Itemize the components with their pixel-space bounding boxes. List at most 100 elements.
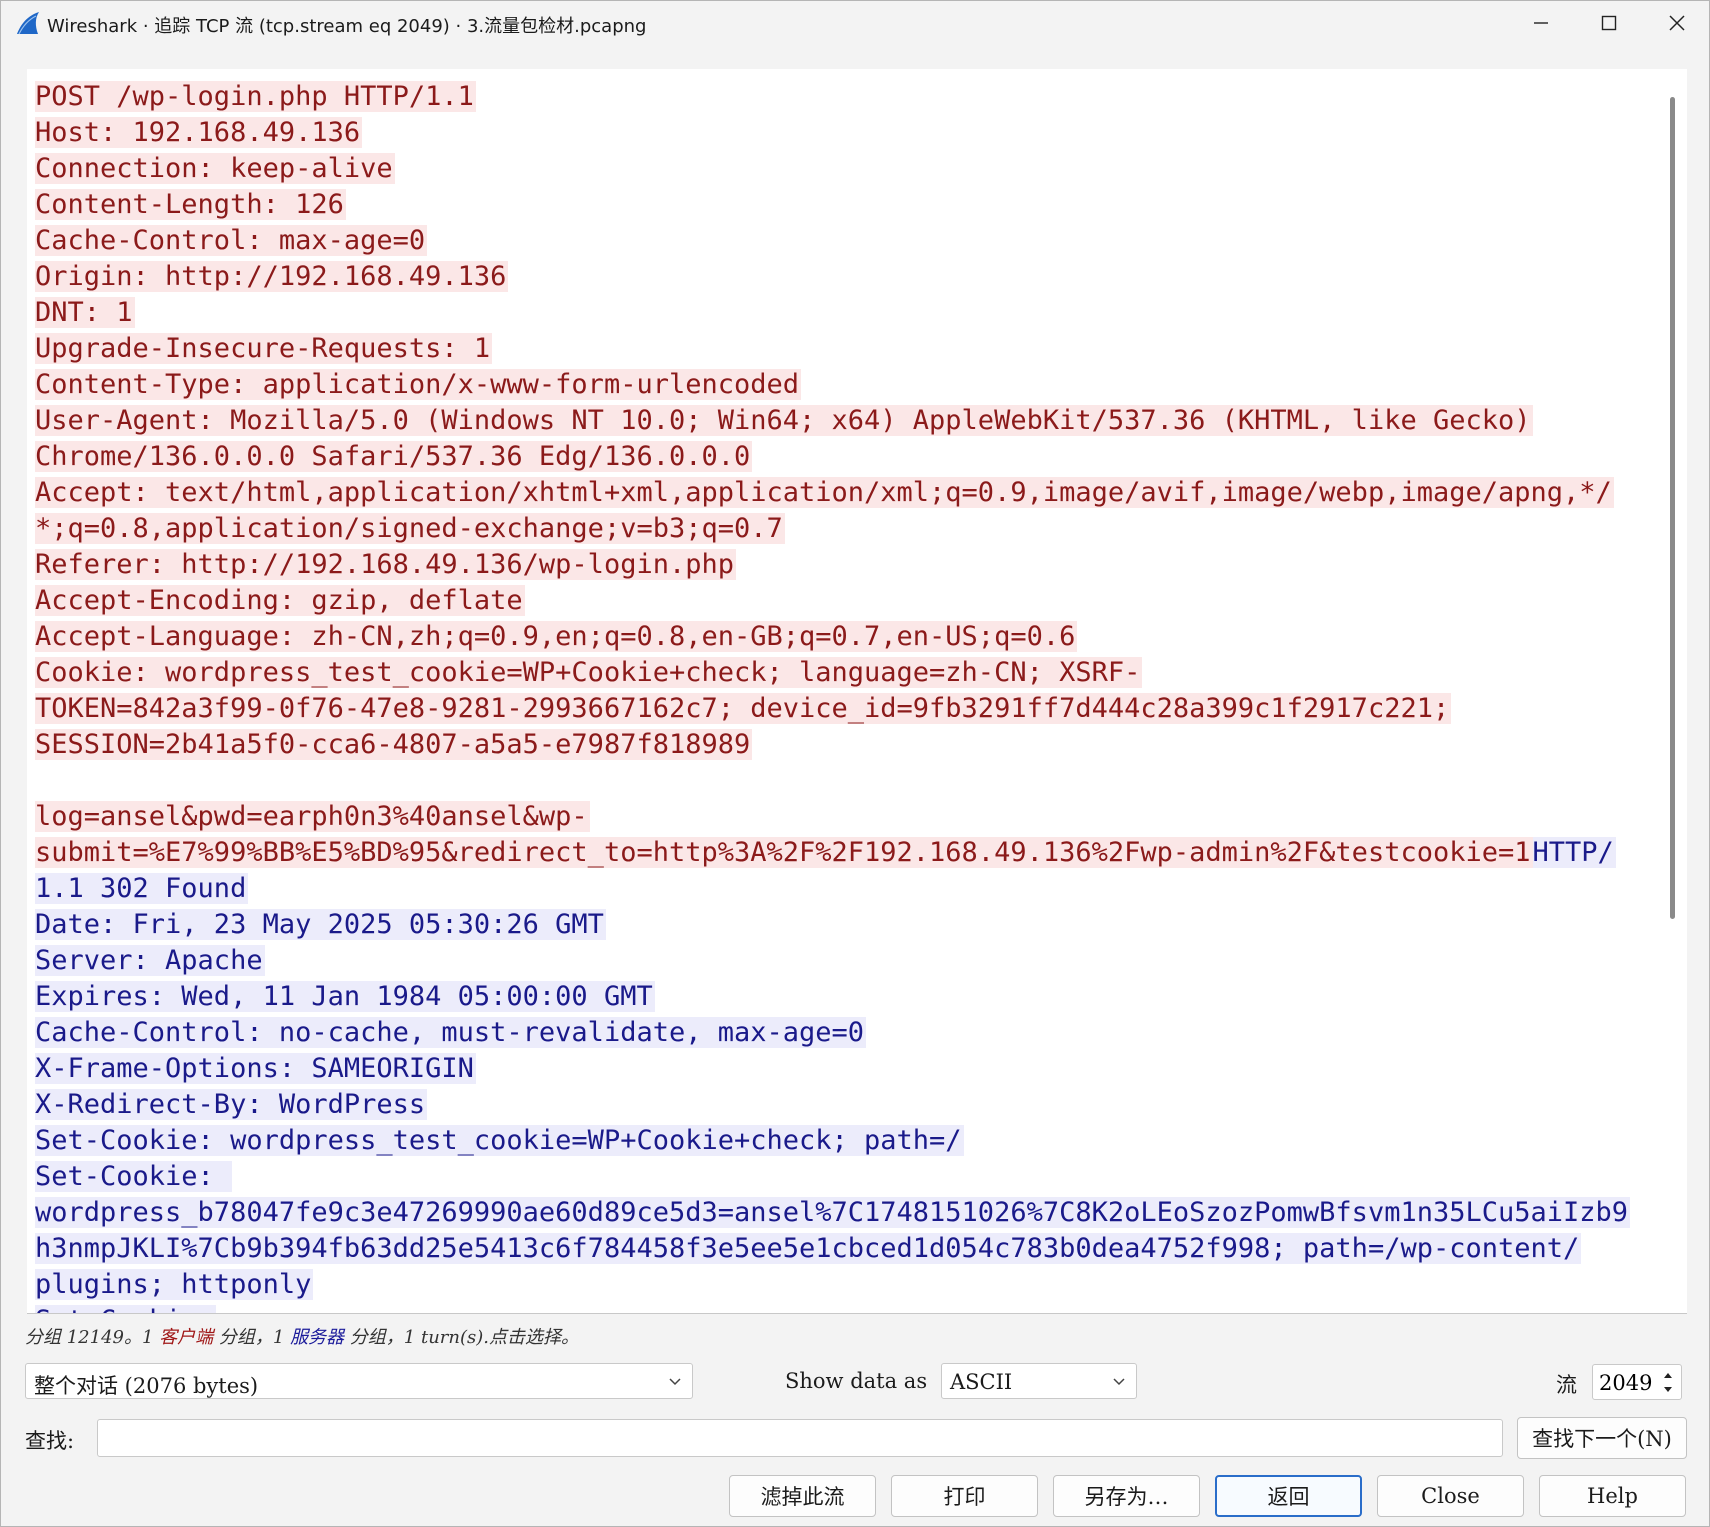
client-text-segment[interactable]: Accept: text/html,application/xhtml+xml,…: [35, 477, 1614, 508]
stream-line[interactable]: Cache-Control: no-cache, must-revalidate…: [35, 1015, 1671, 1051]
stream-line[interactable]: Cache-Control: max-age=0: [35, 223, 1671, 259]
client-text-segment[interactable]: Origin: http://192.168.49.136: [35, 261, 509, 292]
client-text-segment[interactable]: submit=%E7%99%BB%E5%BD%95&redirect_to=ht…: [35, 837, 1533, 868]
show-data-select[interactable]: ASCII: [941, 1363, 1137, 1399]
close-icon: [1669, 15, 1685, 31]
spin-down-icon[interactable]: [1661, 1384, 1675, 1396]
maximize-icon: [1601, 15, 1617, 31]
server-text-segment[interactable]: Set-Cookie:: [35, 1305, 216, 1313]
client-text-segment[interactable]: Content-Type: application/x-www-form-url…: [35, 369, 802, 400]
scrollbar-thumb[interactable]: [1670, 97, 1675, 919]
stream-number-spinbox[interactable]: 2049: [1592, 1364, 1682, 1400]
client-text-segment[interactable]: POST /wp-login.php HTTP/1.1: [35, 81, 476, 112]
client-text-segment[interactable]: Chrome/136.0.0.0 Safari/537.36 Edg/136.0…: [35, 441, 753, 472]
stream-line[interactable]: Cookie: wordpress_test_cookie=WP+Cookie+…: [35, 655, 1671, 691]
server-text-segment[interactable]: Server: Apache: [35, 945, 265, 976]
server-text-segment[interactable]: Cache-Control: no-cache, must-revalidate…: [35, 1017, 867, 1048]
maximize-button[interactable]: [1575, 1, 1643, 45]
stream-line[interactable]: Host: 192.168.49.136: [35, 115, 1671, 151]
client-text-segment[interactable]: Host: 192.168.49.136: [35, 117, 363, 148]
stream-line[interactable]: [35, 763, 1671, 799]
chevron-down-icon: [669, 1378, 681, 1386]
minimize-button[interactable]: [1507, 1, 1575, 45]
stream-text[interactable]: POST /wp-login.php HTTP/1.1 Host: 192.168…: [35, 79, 1671, 1313]
packet-summary-status[interactable]: 分组 12149。1 客户端 分组，1 服务器 分组，1 turn(s).点击选…: [25, 1323, 579, 1349]
spin-up-icon[interactable]: [1661, 1369, 1675, 1381]
server-text-segment[interactable]: h3nmpJKLI%7Cb9b394fb63dd25e5413c6f784458…: [35, 1233, 1582, 1264]
stream-line[interactable]: h3nmpJKLI%7Cb9b394fb63dd25e5413c6f784458…: [35, 1231, 1671, 1267]
print-button[interactable]: 打印: [891, 1475, 1038, 1517]
client-text-segment[interactable]: User-Agent: Mozilla/5.0 (Windows NT 10.0…: [35, 405, 1533, 436]
server-text-segment[interactable]: wordpress_b78047fe9c3e47269990ae60d89ce5…: [35, 1197, 1631, 1228]
server-text-segment[interactable]: Set-Cookie:: [35, 1161, 233, 1192]
follow-tcp-stream-window: Wireshark · 追踪 TCP 流 (tcp.stream eq 2049…: [0, 0, 1710, 1527]
stream-number-label: 流: [1556, 1373, 1577, 1397]
client-text-segment[interactable]: Referer: http://192.168.49.136/wp-login.…: [35, 549, 736, 580]
stream-line[interactable]: Content-Type: application/x-www-form-url…: [35, 367, 1671, 403]
server-text-segment[interactable]: X-Frame-Options: SAMEORIGIN: [35, 1053, 476, 1084]
client-text-segment[interactable]: TOKEN=842a3f99-0f76-47e8-9281-2993667162…: [35, 693, 1452, 724]
stream-line[interactable]: Chrome/136.0.0.0 Safari/537.36 Edg/136.0…: [35, 439, 1671, 475]
client-text-segment[interactable]: Content-Length: 126: [35, 189, 346, 220]
stream-line[interactable]: Accept-Language: zh-CN,zh;q=0.9,en;q=0.8…: [35, 619, 1671, 655]
stream-line[interactable]: submit=%E7%99%BB%E5%BD%95&redirect_to=ht…: [35, 835, 1671, 871]
stream-line[interactable]: log=ansel&pwd=earph0n3%40ansel&wp-: [35, 799, 1671, 835]
server-text-segment[interactable]: HTTP/: [1532, 837, 1616, 868]
stream-line[interactable]: SESSION=2b41a5f0-cca6-4807-a5a5-e7987f81…: [35, 727, 1671, 763]
stream-line[interactable]: User-Agent: Mozilla/5.0 (Windows NT 10.0…: [35, 403, 1671, 439]
stream-line[interactable]: Connection: keep-alive: [35, 151, 1671, 187]
stream-line[interactable]: *;q=0.8,application/signed-exchange;v=b3…: [35, 511, 1671, 547]
stream-line[interactable]: Expires: Wed, 11 Jan 1984 05:00:00 GMT: [35, 979, 1671, 1015]
conversation-select[interactable]: 整个对话 (2076 bytes): [25, 1363, 693, 1399]
stream-line[interactable]: wordpress_b78047fe9c3e47269990ae60d89ce5…: [35, 1195, 1671, 1231]
client-text-segment[interactable]: Connection: keep-alive: [35, 153, 395, 184]
close-button[interactable]: Close: [1377, 1475, 1524, 1517]
find-input[interactable]: [97, 1419, 1503, 1457]
show-data-select-value: ASCII: [950, 1370, 1013, 1394]
stream-line[interactable]: Set-Cookie: wordpress_test_cookie=WP+Coo…: [35, 1123, 1671, 1159]
client-text-segment[interactable]: *;q=0.8,application/signed-exchange;v=b3…: [35, 513, 785, 544]
status-server-word: 服务器: [290, 1327, 345, 1348]
status-client-word: 客户端: [159, 1327, 214, 1348]
stream-line[interactable]: Origin: http://192.168.49.136: [35, 259, 1671, 295]
save-as-button[interactable]: 另存为…: [1053, 1475, 1200, 1517]
stream-line[interactable]: Upgrade-Insecure-Requests: 1: [35, 331, 1671, 367]
stream-line[interactable]: Set-Cookie:: [35, 1303, 1671, 1313]
server-text-segment[interactable]: Date: Fri, 23 May 2025 05:30:26 GMT: [35, 909, 606, 940]
chevron-down-icon: [1113, 1378, 1125, 1386]
stream-line[interactable]: Accept: text/html,application/xhtml+xml,…: [35, 475, 1671, 511]
stream-line[interactable]: DNT: 1: [35, 295, 1671, 331]
stream-line[interactable]: Set-Cookie:: [35, 1159, 1671, 1195]
stream-line[interactable]: Accept-Encoding: gzip, deflate: [35, 583, 1671, 619]
client-text-segment[interactable]: SESSION=2b41a5f0-cca6-4807-a5a5-e7987f81…: [35, 729, 753, 760]
client-text-segment[interactable]: Cookie: wordpress_test_cookie=WP+Cookie+…: [35, 657, 1143, 688]
stream-line[interactable]: Referer: http://192.168.49.136/wp-login.…: [35, 547, 1671, 583]
stream-content-area[interactable]: POST /wp-login.php HTTP/1.1 Host: 192.168…: [27, 69, 1687, 1313]
back-button[interactable]: 返回: [1215, 1475, 1362, 1517]
stream-line[interactable]: plugins; httponly: [35, 1267, 1671, 1303]
client-text-segment[interactable]: Cache-Control: max-age=0: [35, 225, 428, 256]
filter-out-stream-button[interactable]: 滤掉此流: [729, 1475, 876, 1517]
client-text-segment[interactable]: Accept-Encoding: gzip, deflate: [35, 585, 525, 616]
find-next-button[interactable]: 查找下一个(N): [1517, 1417, 1687, 1459]
stream-line[interactable]: 1.1 302 Found: [35, 871, 1671, 907]
server-text-segment[interactable]: plugins; httponly: [35, 1269, 314, 1300]
stream-line[interactable]: POST /wp-login.php HTTP/1.1: [35, 79, 1671, 115]
server-text-segment[interactable]: Set-Cookie: wordpress_test_cookie=WP+Coo…: [35, 1125, 964, 1156]
stream-line[interactable]: X-Frame-Options: SAMEORIGIN: [35, 1051, 1671, 1087]
conversation-select-value: 整个对话 (2076 bytes): [34, 1374, 259, 1398]
server-text-segment[interactable]: X-Redirect-By: WordPress: [35, 1089, 428, 1120]
client-text-segment[interactable]: log=ansel&pwd=earph0n3%40ansel&wp-: [35, 801, 590, 832]
stream-line[interactable]: Content-Length: 126: [35, 187, 1671, 223]
client-text-segment[interactable]: DNT: 1: [35, 297, 135, 328]
help-button[interactable]: Help: [1539, 1475, 1686, 1517]
stream-line[interactable]: Server: Apache: [35, 943, 1671, 979]
client-text-segment[interactable]: Upgrade-Insecure-Requests: 1: [35, 333, 493, 364]
stream-line[interactable]: Date: Fri, 23 May 2025 05:30:26 GMT: [35, 907, 1671, 943]
stream-line[interactable]: X-Redirect-By: WordPress: [35, 1087, 1671, 1123]
client-text-segment[interactable]: Accept-Language: zh-CN,zh;q=0.9,en;q=0.8…: [35, 621, 1078, 652]
stream-line[interactable]: TOKEN=842a3f99-0f76-47e8-9281-2993667162…: [35, 691, 1671, 727]
close-window-button[interactable]: [1643, 1, 1710, 45]
server-text-segment[interactable]: Expires: Wed, 11 Jan 1984 05:00:00 GMT: [35, 981, 655, 1012]
server-text-segment[interactable]: 1.1 302 Found: [35, 873, 249, 904]
